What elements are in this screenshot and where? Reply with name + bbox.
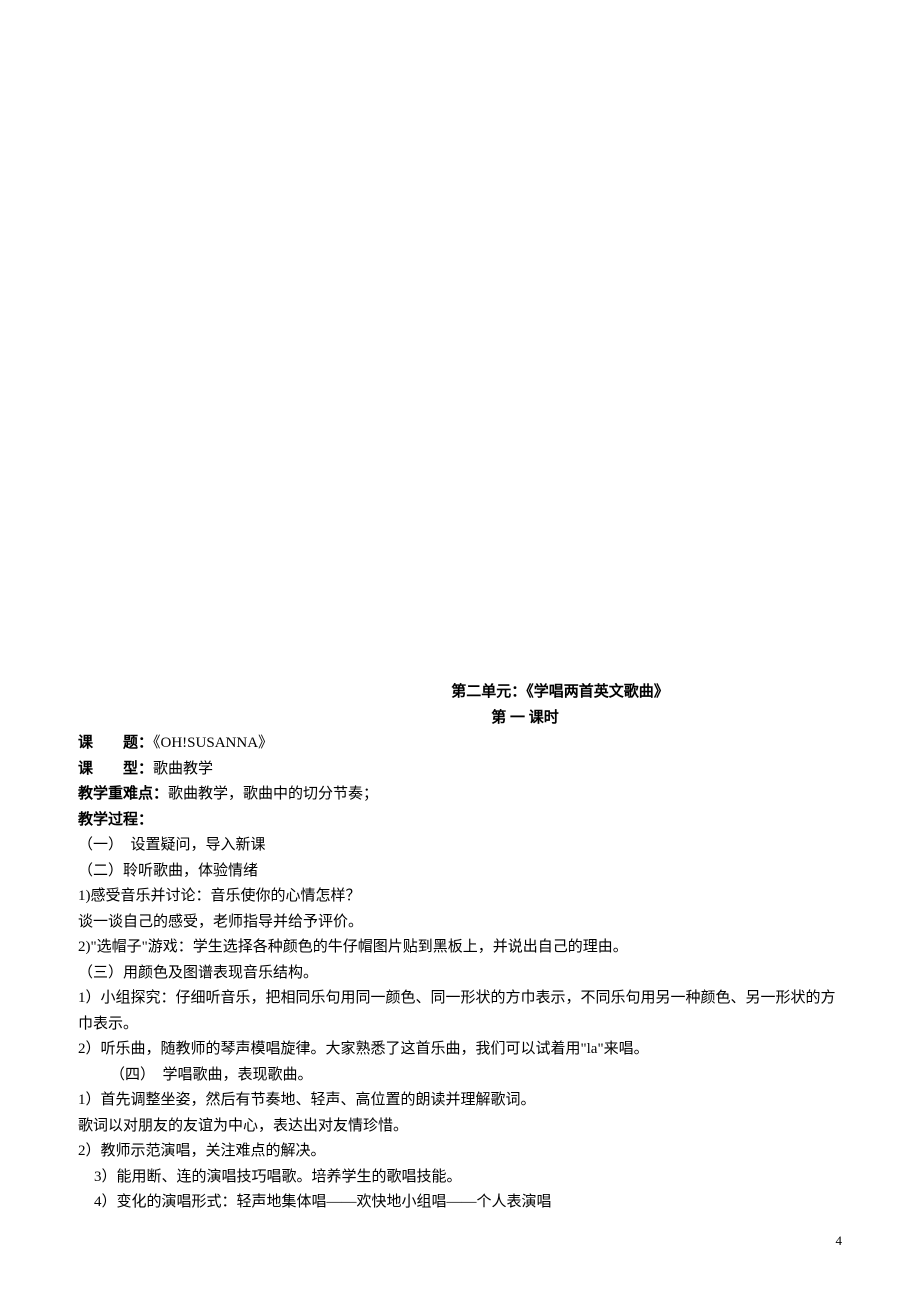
para-lyrics-meaning: 歌词以对朋友的友谊为中心，表达出对友情珍惜。 [78,1114,842,1140]
para-group-study: 1）小组探究：仔细听音乐，把相同乐句用同一颜色、同一形状的方巾表示，不同乐句用另… [78,986,842,1037]
section-3: （三）用颜色及图谱表现音乐结构。 [78,961,842,987]
section-1: （一） 设置疑问，导入新课 [78,833,842,859]
para-teacher-demo: 2）教师示范演唱，关注难点的解决。 [78,1139,842,1165]
topic-value: 《OH!SUSANNA》 [153,735,273,751]
para-variation: 4）变化的演唱形式：轻声地集体唱——欢快地小组唱——个人表演唱 [78,1190,842,1216]
document-body: 第二单元：《学唱两首英文歌曲》 第 一 课时 课 题：《OH!SUSANNA》 … [0,0,920,1216]
difficulty-row: 教学重难点：歌曲教学，歌曲中的切分节奏； [78,782,842,808]
section-2: （二）聆听歌曲，体验情绪 [78,859,842,885]
topic-row: 课 题：《OH!SUSANNA》 [78,731,842,757]
type-value: 歌曲教学 [153,761,213,777]
para-posture: 1）首先调整坐姿，然后有节奏地、轻声、高位置的朗读并理解歌词。 [78,1088,842,1114]
type-label: 课 型： [78,761,153,777]
section-4: （四） 学唱歌曲，表现歌曲。 [78,1063,842,1089]
para-hat-game: 2)"选帽子"游戏：学生选择各种颜色的牛仔帽图片贴到黑板上，并说出自己的理由。 [78,935,842,961]
unit-title: 第二单元：《学唱两首英文歌曲》 [78,680,842,706]
lesson-number: 第 一 课时 [78,706,842,732]
topic-label: 课 题： [78,735,153,751]
para-listen-sing: 2）听乐曲，随教师的琴声模唱旋律。大家熟悉了这首乐曲，我们可以试着用"la"来唱… [78,1037,842,1063]
page-number: 4 [836,1230,843,1252]
para-feel-music: 1)感受音乐并讨论：音乐使你的心情怎样？ [78,884,842,910]
para-technique: 3）能用断、连的演唱技巧唱歌。培养学生的歌唱技能。 [78,1165,842,1191]
process-label: 教学过程： [78,808,842,834]
difficulty-label: 教学重难点： [78,786,168,802]
difficulty-value: 歌曲教学，歌曲中的切分节奏； [168,786,378,802]
para-share-feeling: 谈一谈自己的感受，老师指导并给予评价。 [78,910,842,936]
type-row: 课 型：歌曲教学 [78,757,842,783]
